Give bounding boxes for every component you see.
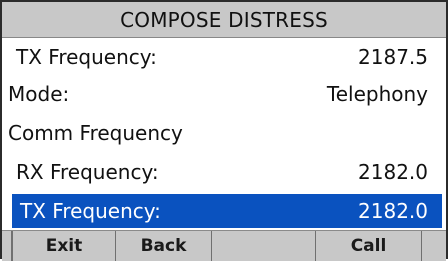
call-softkey[interactable]: Call: [316, 231, 422, 261]
row-label: Mode:: [8, 82, 70, 106]
menu-row-rx-frequency[interactable]: RX Frequency: 2182.0: [2, 155, 446, 189]
exit-softkey[interactable]: Exit: [12, 231, 116, 261]
menu-row-tx-frequency-dsc[interactable]: TX Frequency: 2187.5: [2, 40, 446, 74]
distress-screen: COMPOSE DISTRESS TX Frequency: 2187.5 Mo…: [0, 0, 448, 261]
row-label: TX Frequency:: [20, 199, 161, 223]
row-value: Telephony: [326, 82, 428, 106]
blank-softkey[interactable]: [212, 231, 316, 261]
row-value: 2182.0: [358, 199, 428, 223]
row-label: TX Frequency:: [16, 45, 157, 69]
row-value: 2187.5: [358, 45, 428, 69]
screen-title: COMPOSE DISTRESS: [2, 2, 446, 38]
softkey-spacer-right: [422, 231, 432, 261]
menu-row-mode[interactable]: Mode: Telephony: [2, 77, 446, 111]
section-label: Comm Frequency: [8, 121, 183, 145]
section-heading-comm-frequency: Comm Frequency: [2, 116, 446, 150]
screen-title-text: COMPOSE DISTRESS: [120, 7, 328, 32]
menu-row-tx-frequency-comm[interactable]: TX Frequency: 2182.0: [12, 194, 442, 228]
row-label: RX Frequency:: [16, 160, 159, 184]
softkey-spacer-left: [2, 231, 12, 261]
softkey-bar: Exit Back Call: [2, 230, 446, 261]
back-softkey[interactable]: Back: [116, 231, 212, 261]
row-value: 2182.0: [358, 160, 428, 184]
